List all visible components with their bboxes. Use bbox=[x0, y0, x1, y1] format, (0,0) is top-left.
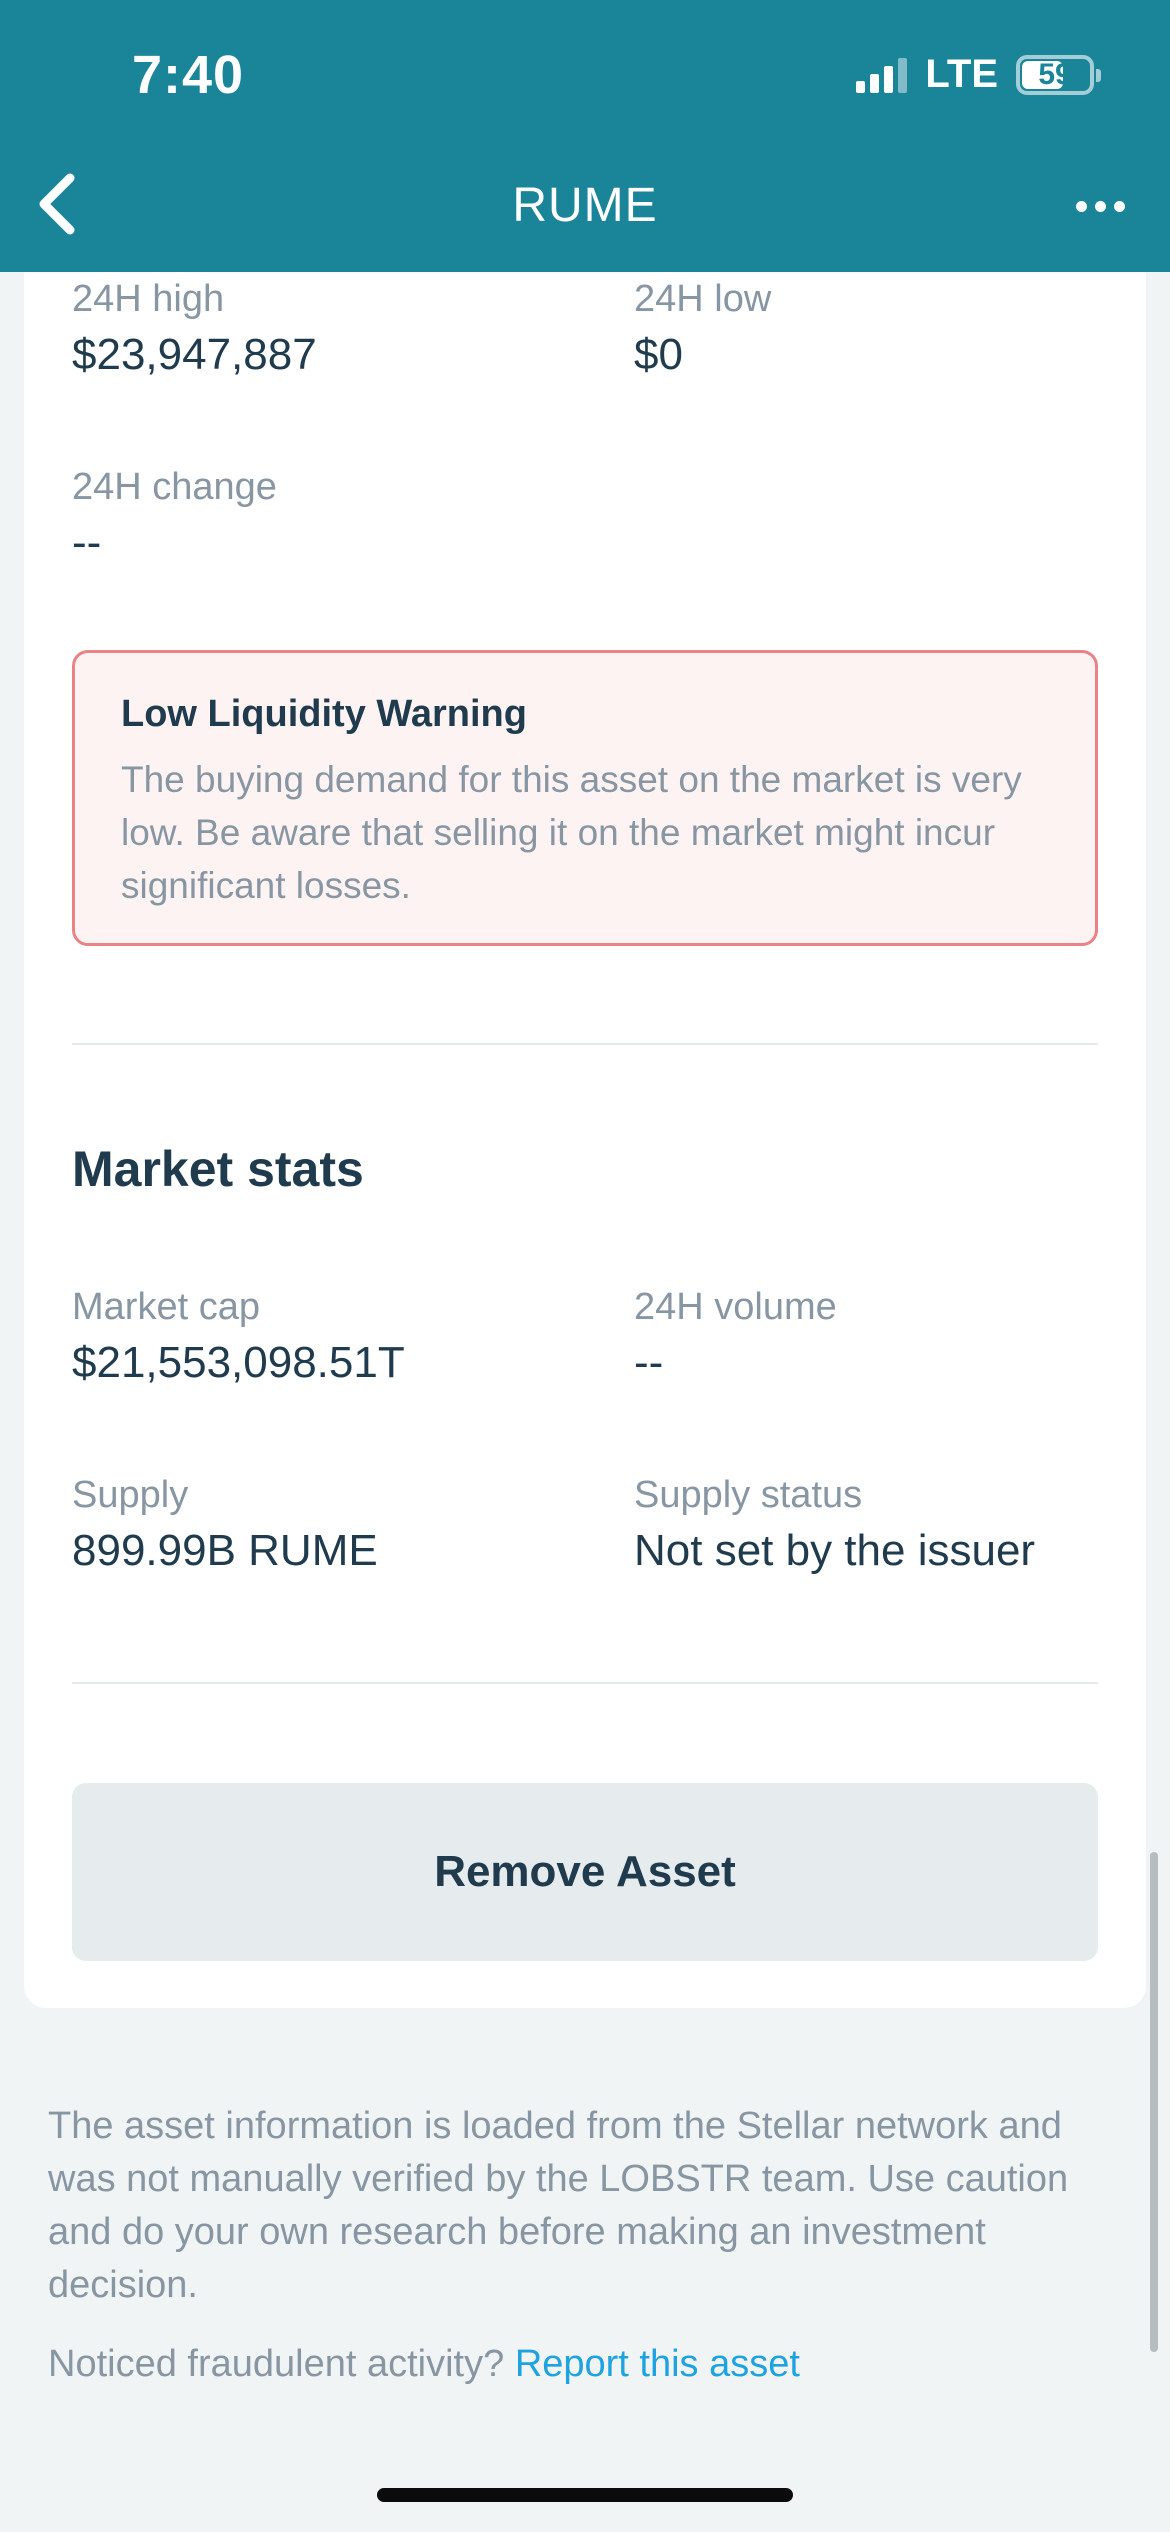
market-cap-value: $21,553,098.51T bbox=[72, 1338, 405, 1387]
supply-status-label: Supply status bbox=[634, 1474, 863, 1516]
status-time: 7:40 bbox=[132, 45, 245, 105]
battery-level: 59 bbox=[1038, 57, 1072, 91]
divider bbox=[72, 1043, 1098, 1045]
more-options-button[interactable] bbox=[1060, 176, 1140, 236]
asset-details-card: 24H high $23,947,887 24H low $0 24H chan… bbox=[24, 272, 1146, 2008]
home-indicator[interactable] bbox=[377, 2488, 793, 2502]
battery-icon: 59 bbox=[1016, 54, 1101, 95]
change-24h-label: 24H change bbox=[72, 466, 277, 508]
network-type: LTE bbox=[925, 52, 998, 96]
warning-body: The buying demand for this asset on the … bbox=[121, 759, 1022, 906]
remove-asset-button[interactable]: Remove Asset bbox=[72, 1783, 1098, 1961]
low-24h-value: $0 bbox=[634, 330, 683, 379]
warning-title: Low Liquidity Warning bbox=[121, 693, 527, 735]
high-24h-value: $23,947,887 bbox=[72, 330, 317, 379]
disclaimer-text: The asset information is loaded from the… bbox=[48, 2105, 1069, 2306]
page-title: RUME bbox=[512, 179, 658, 232]
status-indicators: LTE 59 bbox=[856, 52, 1101, 97]
low-liquidity-warning: Low Liquidity Warning The buying demand … bbox=[72, 650, 1098, 946]
fraud-report-line: Noticed fraudulent activity? Report this… bbox=[48, 2343, 800, 2386]
high-24h-label: 24H high bbox=[72, 278, 225, 320]
scrollbar[interactable] bbox=[1150, 1852, 1158, 2352]
market-stats-title: Market stats bbox=[72, 1141, 364, 1197]
supply-value: 899.99B RUME bbox=[72, 1526, 378, 1575]
report-asset-link[interactable]: Report this asset bbox=[515, 2343, 800, 2385]
volume-24h-value: -- bbox=[634, 1338, 664, 1387]
divider bbox=[72, 1682, 1098, 1684]
more-horizontal-icon bbox=[1075, 200, 1087, 212]
fraud-prompt: Noticed fraudulent activity? bbox=[48, 2343, 505, 2385]
low-24h-label: 24H low bbox=[634, 278, 772, 320]
supply-label: Supply bbox=[72, 1474, 189, 1516]
top-header: 7:40 LTE 59 RUME bbox=[0, 0, 1170, 272]
cellular-signal-icon bbox=[856, 57, 908, 93]
volume-24h-label: 24H volume bbox=[634, 1286, 837, 1328]
supply-status-value: Not set by the issuer bbox=[634, 1526, 1036, 1575]
market-cap-label: Market cap bbox=[72, 1286, 260, 1328]
change-24h-value: -- bbox=[72, 518, 102, 567]
